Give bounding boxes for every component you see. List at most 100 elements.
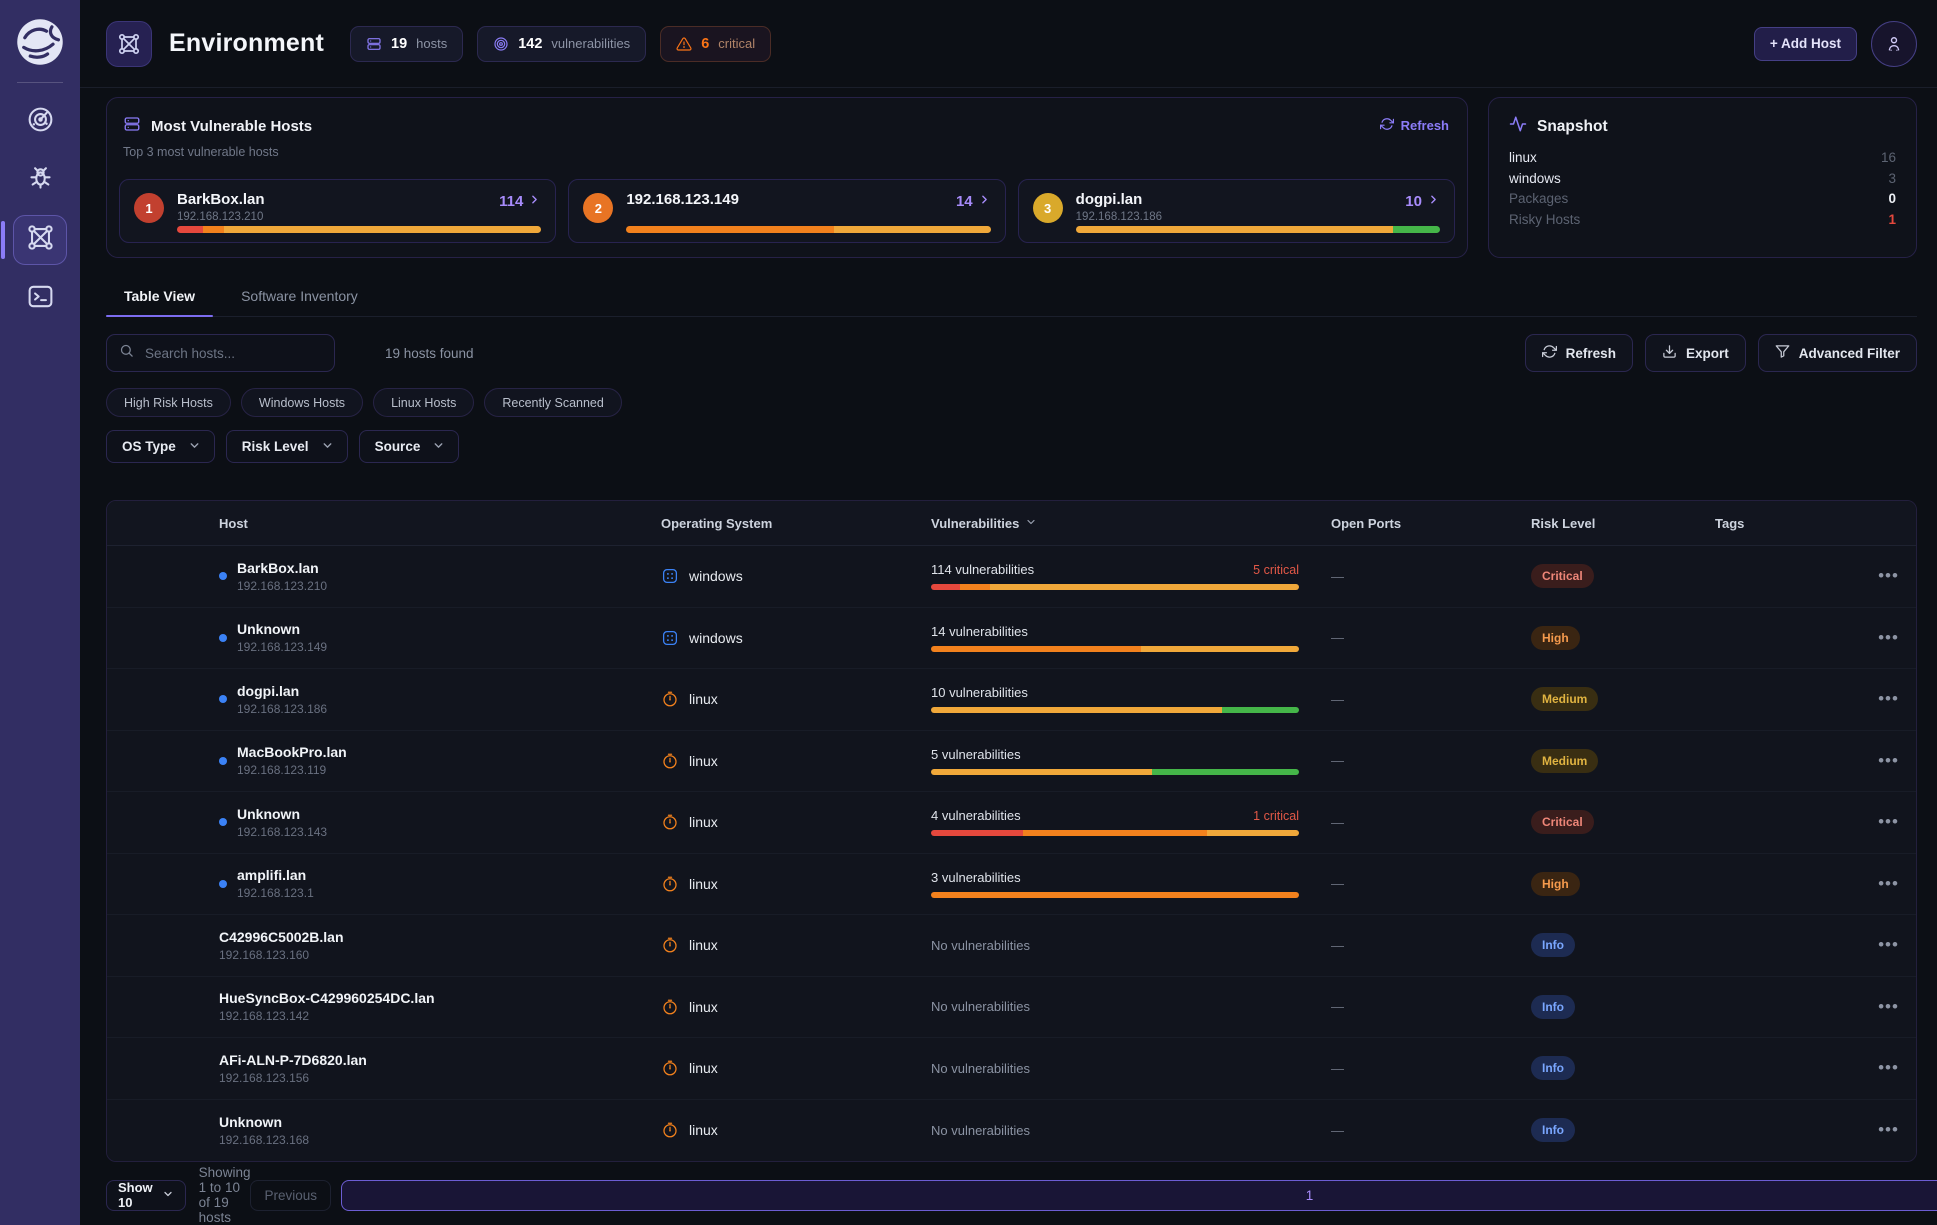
dropdown-label: Source [375, 439, 421, 454]
table-row[interactable]: Unknown 192.168.123.143 linux 4 vulnerab… [107, 792, 1916, 854]
vulnerability-count: 3 vulnerabilities [931, 870, 1021, 885]
column-header-open-ports[interactable]: Open Ports [1331, 516, 1531, 531]
chevron-right-icon [528, 193, 541, 210]
card-vuln-count[interactable]: 10 [1405, 193, 1440, 210]
panel-title: Most Vulnerable Hosts [151, 118, 312, 135]
linux-os-icon [661, 813, 679, 831]
snapshot-value: 1 [1888, 210, 1896, 231]
advanced-filter-button[interactable]: Advanced Filter [1758, 334, 1917, 372]
vulnerability-bar [931, 892, 1299, 898]
row-actions-menu[interactable]: ••• [1861, 751, 1916, 771]
table-row[interactable]: MacBookPro.lan 192.168.123.119 linux 5 v… [107, 731, 1916, 793]
host-ip: 192.168.123.210 [237, 579, 327, 593]
chip-windows-hosts[interactable]: Windows Hosts [241, 388, 363, 417]
chevron-down-icon [321, 439, 334, 455]
network-nodes-icon [26, 223, 55, 257]
row-actions-menu[interactable]: ••• [1861, 1120, 1916, 1140]
row-actions-menu[interactable]: ••• [1861, 935, 1916, 955]
column-header-risk-level[interactable]: Risk Level [1531, 516, 1715, 531]
count-value: 114 [499, 193, 523, 210]
table-row[interactable]: Unknown 192.168.123.149 windows 14 vulne… [107, 608, 1916, 670]
refresh-button[interactable]: Refresh [1525, 334, 1633, 372]
table-row[interactable]: C42996C5002B.lan 192.168.123.160 linux N… [107, 915, 1916, 977]
previous-page-button[interactable]: Previous [250, 1180, 331, 1211]
bug-icon [26, 164, 55, 198]
search-icon [119, 343, 134, 363]
column-header-vulnerabilities[interactable]: Vulnerabilities [931, 516, 1331, 531]
card-progress-bar [177, 226, 541, 233]
table-row[interactable]: BarkBox.lan 192.168.123.210 windows 114 … [107, 546, 1916, 608]
linux-os-icon [661, 1059, 679, 1077]
row-actions-menu[interactable]: ••• [1861, 628, 1916, 648]
sidebar-item-bug[interactable] [13, 156, 67, 206]
dropdown-risk-level[interactable]: Risk Level [226, 430, 348, 463]
sidebar-item-environment[interactable] [13, 215, 67, 265]
row-actions-menu[interactable]: ••• [1861, 1058, 1916, 1078]
snapshot-label: windows [1509, 169, 1561, 190]
card-vuln-count[interactable]: 14 [956, 193, 991, 210]
vulnerability-bar [931, 584, 1299, 590]
row-actions-menu[interactable]: ••• [1861, 874, 1916, 894]
sidebar-divider [17, 82, 63, 83]
panel-refresh-link[interactable]: Refresh [1380, 117, 1449, 134]
environment-icon [106, 21, 152, 67]
tab-table-view[interactable]: Table View [124, 286, 195, 316]
rank-badge: 1 [134, 193, 164, 223]
chip-high-risk-hosts[interactable]: High Risk Hosts [106, 388, 231, 417]
refresh-icon [1542, 344, 1557, 362]
card-host-ip: 192.168.123.210 [177, 211, 265, 223]
vulnerability-count: 5 vulnerabilities [931, 747, 1021, 762]
table-row[interactable]: amplifi.lan 192.168.123.1 linux 3 vulner… [107, 854, 1916, 916]
count-value: 14 [956, 193, 973, 210]
vulnerable-host-card[interactable]: 1 BarkBox.lan 192.168.123.210 114 [119, 179, 556, 243]
vulnerable-host-card[interactable]: 3 dogpi.lan 192.168.123.186 10 [1018, 179, 1455, 243]
host-name: dogpi.lan [237, 683, 327, 699]
dropdown-source[interactable]: Source [359, 430, 460, 463]
page-size-select[interactable]: Show 10 [106, 1180, 186, 1211]
table-row[interactable]: dogpi.lan 192.168.123.186 linux 10 vulne… [107, 669, 1916, 731]
table-row[interactable]: HueSyncBox-C429960254DC.lan 192.168.123.… [107, 977, 1916, 1039]
tab-software-inventory[interactable]: Software Inventory [241, 286, 358, 316]
dropdown-os-type[interactable]: OS Type [106, 430, 215, 463]
add-host-button[interactable]: + Add Host [1754, 27, 1857, 61]
card-host-ip: 192.168.123.186 [1076, 211, 1162, 223]
stat-label: vulnerabilities [551, 36, 630, 51]
risk-badge: Critical [1531, 564, 1594, 588]
os-label: linux [689, 691, 718, 707]
table-row[interactable]: Unknown 192.168.123.168 linux No vulnera… [107, 1100, 1916, 1162]
linux-os-icon [661, 875, 679, 893]
sidebar-item-radar[interactable] [13, 97, 67, 147]
column-header-os[interactable]: Operating System [661, 516, 931, 531]
row-actions-menu[interactable]: ••• [1861, 812, 1916, 832]
card-host-name: BarkBox.lan [177, 191, 265, 208]
risk-badge: High [1531, 872, 1580, 896]
os-label: windows [689, 630, 743, 646]
row-actions-menu[interactable]: ••• [1861, 689, 1916, 709]
chip-recently-scanned[interactable]: Recently Scanned [484, 388, 621, 417]
vulnerable-host-card[interactable]: 2 192.168.123.149 14 [568, 179, 1005, 243]
column-header-tags[interactable]: Tags [1715, 516, 1861, 531]
row-actions-menu[interactable]: ••• [1861, 997, 1916, 1017]
column-header-host[interactable]: Host [219, 516, 661, 531]
page-title: Environment [169, 29, 324, 58]
export-button[interactable]: Export [1645, 334, 1746, 372]
host-ip: 192.168.123.168 [219, 1133, 309, 1147]
table-header-row: Host Operating System Vulnerabilities Op… [107, 501, 1916, 546]
card-vuln-count[interactable]: 114 [499, 193, 541, 210]
app-logo-wolf-icon[interactable] [14, 16, 66, 68]
search-input[interactable] [143, 345, 322, 362]
sidebar-item-terminal[interactable] [13, 274, 67, 324]
page-number-button[interactable]: 1 [341, 1180, 1937, 1211]
avatar[interactable] [1871, 21, 1917, 67]
os-label: linux [689, 1122, 718, 1138]
row-actions-menu[interactable]: ••• [1861, 566, 1916, 586]
chip-linux-hosts[interactable]: Linux Hosts [373, 388, 474, 417]
dropdown-label: Risk Level [242, 439, 309, 454]
vulnerability-count: No vulnerabilities [931, 938, 1030, 953]
filter-dropdowns: OS Type Risk Level Source [106, 430, 459, 463]
vulnerability-bar [931, 769, 1299, 775]
stat-value: 6 [701, 36, 709, 52]
table-row[interactable]: AFi-ALN-P-7D6820.lan 192.168.123.156 lin… [107, 1038, 1916, 1100]
online-dot [219, 880, 227, 888]
open-ports: — [1331, 938, 1531, 953]
